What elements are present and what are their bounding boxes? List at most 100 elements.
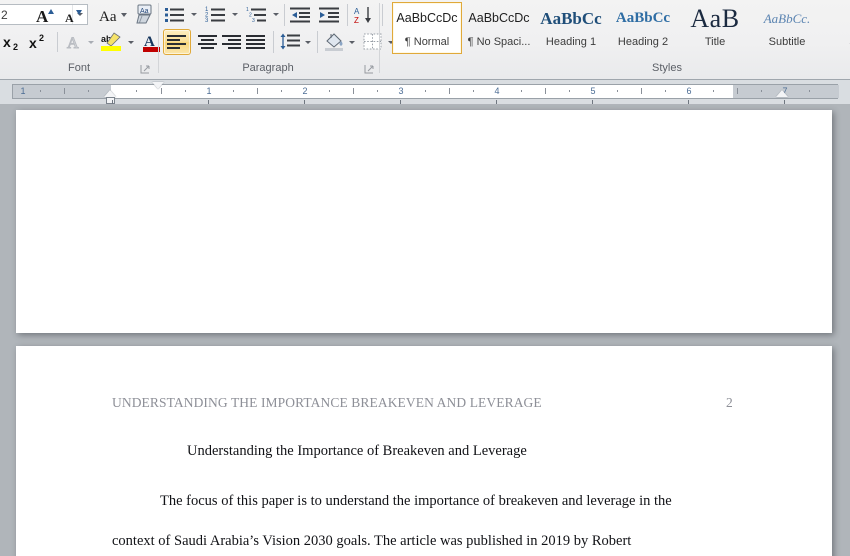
text-effects-icon: A [66, 34, 79, 52]
svg-text:A: A [67, 35, 79, 52]
decrease-indent-button[interactable] [288, 2, 314, 27]
style-label: Subtitle [768, 36, 806, 48]
ruler-tick-2: 2 [302, 86, 308, 96]
line-spacing-button[interactable] [277, 29, 303, 55]
style-item-heading-2[interactable]: AaBbCc Heading 2 [608, 2, 678, 54]
style-item-subtitle[interactable]: AaBbCc. Subtitle [752, 2, 822, 54]
sort-button[interactable]: A Z [351, 2, 377, 27]
style-label: Title [704, 36, 726, 48]
style-label: Heading 2 [617, 36, 669, 48]
grow-font-button[interactable]: A [34, 2, 60, 27]
svg-text:x: x [3, 34, 11, 50]
document-canvas[interactable]: UNDERSTANDING THE IMPORTANCE BREAKEVEN A… [0, 104, 850, 556]
bullets-dropdown[interactable] [187, 2, 199, 27]
first-line-indent-marker[interactable] [152, 82, 164, 89]
superscript-button[interactable]: x 2 [26, 30, 52, 54]
justify-button[interactable] [242, 29, 270, 55]
increase-indent-icon [319, 7, 339, 22]
ruler-tick-3: 3 [398, 86, 404, 96]
ruler-tick-5: 5 [590, 86, 596, 96]
clear-formatting-icon: Aa [136, 4, 152, 23]
svg-text:3: 3 [252, 18, 255, 24]
subscript-button[interactable]: x 2 [0, 30, 26, 54]
text-effects-dropdown[interactable] [84, 30, 96, 54]
grow-font-icon: A [36, 7, 54, 25]
document-body-line-2: context of Saudi Arabia’s Vision 2030 go… [112, 533, 632, 549]
svg-text:2: 2 [13, 42, 18, 52]
text-highlight-button[interactable]: ab [99, 30, 125, 54]
svg-text:Z: Z [354, 16, 359, 24]
ribbon-group-styles: AaBbCcDc ¶ Normal AaBbCcDc ¶ No Spaci...… [392, 0, 850, 58]
ruler-tick-6: 6 [686, 86, 692, 96]
style-label: ¶ No Spaci... [467, 36, 531, 48]
decrease-indent-icon [290, 7, 310, 22]
bullets-button[interactable] [162, 2, 188, 27]
style-preview: AaBbCс [540, 9, 602, 28]
font-dialog-launcher[interactable] [140, 64, 151, 75]
align-left-icon [167, 34, 186, 49]
right-indent-marker[interactable] [776, 90, 788, 97]
document-running-header: UNDERSTANDING THE IMPORTANCE BREAKEVEN A… [112, 395, 542, 410]
shading-button[interactable] [321, 29, 347, 55]
align-left-button[interactable] [163, 29, 191, 55]
change-case-icon: Aa [99, 9, 127, 25]
text-highlight-dropdown[interactable] [124, 30, 136, 54]
group-label-paragraph: Paragraph [242, 62, 294, 74]
group-label-styles: Styles [652, 62, 682, 74]
multilevel-list-button[interactable]: 1 2 3 [244, 2, 270, 27]
line-spacing-icon [280, 33, 300, 50]
clear-formatting-button[interactable]: Aa [132, 2, 158, 27]
hanging-indent-marker[interactable] [104, 90, 116, 97]
svg-text:3: 3 [205, 18, 209, 24]
borders-icon [363, 33, 382, 50]
style-preview: AaBbCc. [763, 11, 811, 26]
style-label: Sub [825, 34, 850, 51]
ruler-tick-4: 4 [494, 86, 500, 96]
style-item-title[interactable]: AaB Title [680, 2, 750, 54]
paragraph-dialog-launcher[interactable] [364, 64, 375, 75]
svg-text:2: 2 [39, 33, 44, 43]
style-item-normal[interactable]: AaBbCcDc ¶ Normal [392, 2, 462, 54]
line-spacing-dropdown[interactable] [301, 29, 313, 55]
text-effects-button[interactable]: A [62, 30, 86, 54]
style-item-no-spacing[interactable]: AaBbCcDc ¶ No Spaci... [464, 2, 534, 54]
ribbon: 2 A A Aa Aa x 2 x 2 A ab A 1 2 3 1 2 3 A… [0, 0, 850, 80]
style-preview: AaB [690, 4, 740, 33]
document-title: Understanding the Importance of Breakeve… [187, 443, 527, 459]
document-page-2[interactable]: UNDERSTANDING THE IMPORTANCE BREAKEVEN A… [16, 346, 832, 556]
horizontal-ruler[interactable]: 1 1 2 3 4 5 6 7 [12, 84, 839, 99]
superscript-icon: x 2 [29, 33, 44, 51]
numbering-dropdown[interactable] [228, 2, 240, 27]
document-page-number: 2 [726, 395, 733, 410]
shading-dropdown[interactable] [345, 29, 357, 55]
paint-bucket-icon [325, 33, 343, 51]
document-page-1[interactable] [16, 110, 832, 333]
borders-button[interactable] [360, 29, 386, 55]
shrink-font-button[interactable]: A [62, 2, 88, 27]
group-label-font: Font [67, 62, 90, 74]
ruler-edge-label: 1 [20, 86, 26, 96]
justify-icon [246, 34, 265, 49]
multilevel-list-dropdown[interactable] [269, 2, 281, 27]
style-item-subtle-emphasis[interactable]: Aa Sub [824, 2, 850, 54]
document-body-line-1: The focus of this paper is to understand… [160, 493, 672, 509]
numbering-button[interactable]: 1 2 3 [203, 2, 229, 27]
multilevel-list-icon: 1 2 3 [246, 7, 266, 24]
style-label: Heading 1 [545, 36, 597, 48]
align-center-icon [198, 34, 217, 49]
bullet-list-icon [165, 7, 184, 22]
svg-text:x: x [29, 35, 37, 51]
style-preview: Aa [825, 3, 850, 34]
svg-text:A: A [65, 11, 74, 25]
highlighter-icon: ab [101, 32, 121, 51]
increase-indent-button[interactable] [317, 2, 343, 27]
ribbon-group-font: 2 A A Aa Aa x 2 x 2 A ab A [0, 0, 173, 58]
sort-az-icon: A Z [354, 6, 371, 24]
style-item-heading-1[interactable]: AaBbCс Heading 1 [536, 2, 606, 54]
style-preview: AaBbCcDc [396, 11, 458, 25]
change-case-button[interactable]: Aa [97, 2, 131, 27]
left-indent-marker[interactable] [106, 97, 115, 104]
align-right-icon [222, 34, 241, 49]
svg-text:Aa: Aa [140, 8, 149, 15]
shrink-font-icon: A [65, 9, 82, 25]
